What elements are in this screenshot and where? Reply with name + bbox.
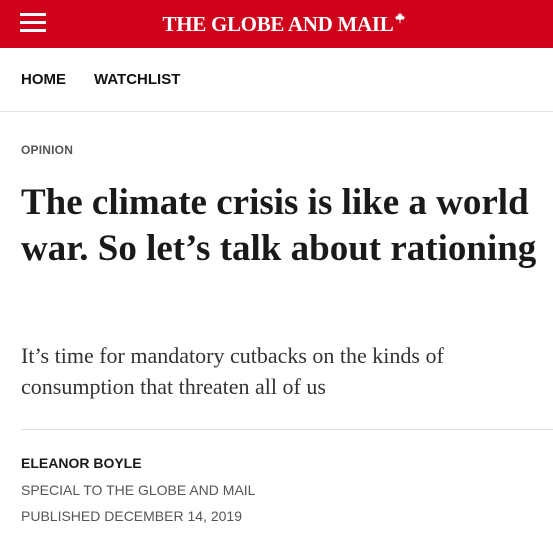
hamburger-menu-icon[interactable] <box>20 12 46 34</box>
menu-bar <box>20 29 46 32</box>
nav-item-watchlist[interactable]: WATCHLIST <box>94 70 180 90</box>
article-headline: The climate crisis is like a world war. … <box>21 182 537 269</box>
author-name[interactable]: ELEANOR BOYLE <box>21 454 142 472</box>
menu-bar <box>20 21 46 24</box>
article-subheadline: It’s time for mandatory cutbacks on the … <box>21 343 444 399</box>
publish-date: PUBLISHED DECEMBER 14, 2019 <box>21 508 242 524</box>
divider <box>21 429 553 430</box>
author-role: SPECIAL TO THE GLOBE AND MAIL <box>21 482 256 498</box>
section-nav: HOME WATCHLIST <box>0 48 553 112</box>
nav-item-home[interactable]: HOME <box>21 70 66 90</box>
maple-leaf-icon <box>395 12 406 24</box>
menu-bar <box>20 13 46 16</box>
section-label[interactable]: OPINION <box>21 142 73 158</box>
site-logo[interactable]: THE GLOBE AND MAIL <box>0 0 553 48</box>
logo-text: THE GLOBE AND MAIL <box>162 12 394 36</box>
site-header: THE GLOBE AND MAIL <box>0 0 553 48</box>
